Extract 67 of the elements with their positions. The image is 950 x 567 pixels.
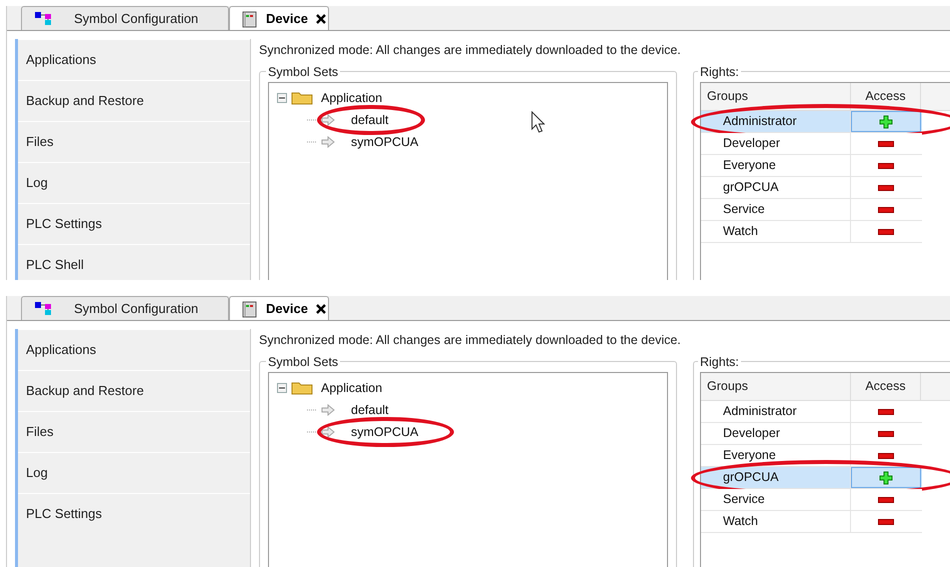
tree-item[interactable]: Application bbox=[277, 377, 667, 399]
tree-connector-icon bbox=[307, 141, 317, 143]
group-name: Service bbox=[701, 199, 851, 220]
sidebar-item[interactable]: Log bbox=[18, 452, 250, 493]
group-name: Watch bbox=[701, 511, 851, 532]
sidebar-item[interactable]: Backup and Restore bbox=[18, 80, 250, 121]
tree-connector-icon bbox=[307, 119, 317, 121]
mouse-pointer-icon bbox=[531, 111, 545, 133]
tree-item[interactable]: Application bbox=[277, 87, 667, 109]
config-icon bbox=[34, 300, 54, 316]
tab[interactable]: Symbol Configuration bbox=[21, 296, 229, 320]
tree-connector-icon bbox=[307, 431, 317, 433]
column-header[interactable]: Access bbox=[851, 83, 921, 110]
column-header[interactable]: Access bbox=[851, 373, 921, 400]
tab[interactable]: Device bbox=[229, 296, 329, 320]
table-row[interactable]: Service bbox=[701, 199, 922, 221]
group-name: Developer bbox=[701, 133, 851, 154]
folder-icon bbox=[291, 381, 313, 395]
sync-message: Synchronized mode: All changes are immediately downloaded to the device. bbox=[259, 42, 682, 59]
sidebar-item[interactable]: Applications bbox=[18, 329, 250, 370]
group-name: Developer bbox=[701, 423, 851, 444]
tree-item[interactable]: symOPCUA bbox=[277, 421, 667, 443]
group-name: Everyone bbox=[701, 445, 851, 466]
sidebar-item[interactable]: PLC Settings bbox=[18, 203, 250, 244]
tab[interactable]: Device bbox=[229, 6, 329, 30]
device-icon bbox=[242, 300, 258, 318]
group-name: grOPCUA bbox=[701, 467, 851, 488]
column-header[interactable]: Groups bbox=[701, 83, 851, 110]
table-row[interactable]: Developer bbox=[701, 423, 922, 445]
sync-message: Synchronized mode: All changes are immediately downloaded to the device. bbox=[259, 332, 682, 349]
config-icon bbox=[34, 10, 54, 26]
sidebar-item[interactable]: PLC Shell bbox=[18, 244, 250, 280]
folder-icon bbox=[291, 91, 313, 105]
arrow-icon bbox=[321, 136, 335, 148]
table-row[interactable]: Administrator bbox=[701, 111, 922, 133]
group-name: grOPCUA bbox=[701, 177, 851, 198]
sidebar-item[interactable]: Log bbox=[18, 162, 250, 203]
table-row[interactable]: Service bbox=[701, 489, 922, 511]
tree-connector-icon bbox=[307, 409, 317, 411]
table-row[interactable]: Watch bbox=[701, 511, 922, 533]
tab[interactable]: Symbol Configuration bbox=[21, 6, 229, 30]
close-icon[interactable] bbox=[316, 14, 326, 24]
tree-item[interactable]: symOPCUA bbox=[277, 131, 667, 153]
arrow-icon bbox=[321, 114, 335, 126]
table-row[interactable]: Watch bbox=[701, 221, 922, 243]
group-name: Everyone bbox=[701, 155, 851, 176]
tree-item[interactable]: default bbox=[277, 109, 667, 131]
arrow-icon bbox=[321, 404, 335, 416]
tree-item[interactable]: default bbox=[277, 399, 667, 421]
sidebar-item[interactable]: Files bbox=[18, 121, 250, 162]
group-name: Administrator bbox=[701, 111, 851, 132]
group-name: Administrator bbox=[701, 401, 851, 422]
close-icon[interactable] bbox=[316, 304, 326, 314]
sidebar-item[interactable]: Files bbox=[18, 411, 250, 452]
group-name: Watch bbox=[701, 221, 851, 242]
arrow-icon bbox=[321, 426, 335, 438]
table-row[interactable]: grOPCUA bbox=[701, 467, 922, 489]
sidebar-item[interactable]: Applications bbox=[18, 39, 250, 80]
group-name: Service bbox=[701, 489, 851, 510]
table-row[interactable]: Everyone bbox=[701, 155, 922, 177]
table-row[interactable]: Developer bbox=[701, 133, 922, 155]
device-icon bbox=[242, 10, 258, 28]
table-row[interactable]: grOPCUA bbox=[701, 177, 922, 199]
column-header[interactable]: Groups bbox=[701, 373, 851, 400]
sidebar-item[interactable]: Backup and Restore bbox=[18, 370, 250, 411]
sidebar-item[interactable]: PLC Settings bbox=[18, 493, 250, 534]
table-row[interactable]: Administrator bbox=[701, 401, 922, 423]
